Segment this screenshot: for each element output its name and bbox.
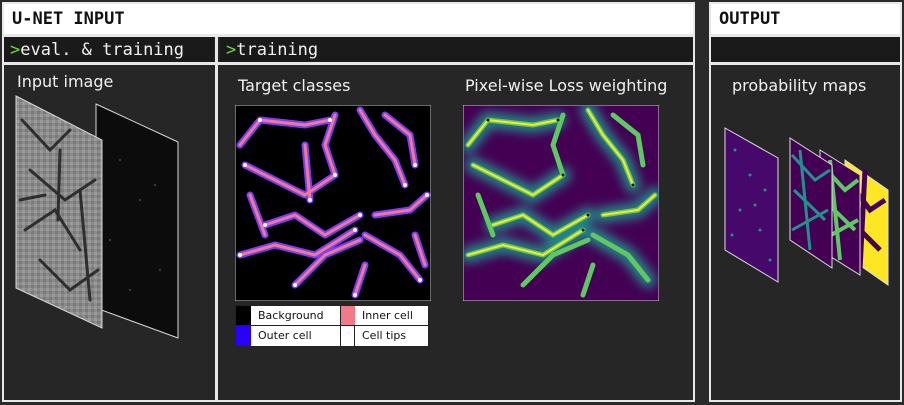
legend-swatch-background	[236, 306, 251, 326]
output-subheader-bar	[711, 37, 900, 63]
loss-weighting-image	[463, 105, 659, 301]
output-title: OUTPUT	[711, 4, 900, 34]
legend-label-cell-tips: Cell tips	[362, 329, 407, 342]
tab-training: >training	[220, 37, 693, 63]
loss-weighting-label: Pixel-wise Loss weighting	[465, 76, 668, 95]
input-image-label: Input image	[17, 72, 114, 91]
output-subheader-divider	[711, 62, 900, 65]
legend-swatch-cell-tips	[340, 326, 355, 346]
fluorescence-image	[95, 103, 179, 339]
prompt-chevron: >	[10, 40, 21, 60]
legend-divider	[340, 306, 341, 346]
tab-training-label: training	[236, 40, 319, 60]
legend-label-inner-cell: Inner cell	[362, 309, 413, 322]
legend-label-background: Background	[258, 309, 324, 322]
probability-maps-stack	[724, 127, 889, 286]
target-classes-image	[235, 105, 431, 301]
tab-eval-training: >eval. & training	[4, 37, 214, 63]
target-classes-label: Target classes	[238, 76, 351, 95]
tab-eval-training-label: eval. & training	[20, 40, 185, 60]
input-image-stack	[15, 95, 179, 339]
legend-swatch-outer-cell	[236, 326, 251, 346]
column-divider	[215, 37, 218, 401]
prompt-chevron: >	[226, 40, 237, 60]
class-legend: Background Inner cell Outer cell Cell ti…	[235, 305, 429, 347]
probability-maps-label: probability maps	[732, 76, 867, 95]
legend-divider	[236, 325, 428, 326]
legend-swatch-inner-cell	[340, 306, 355, 326]
subheader-divider	[4, 62, 693, 65]
legend-label-outer-cell: Outer cell	[258, 329, 312, 342]
unet-input-title: U-NET INPUT	[4, 4, 693, 34]
